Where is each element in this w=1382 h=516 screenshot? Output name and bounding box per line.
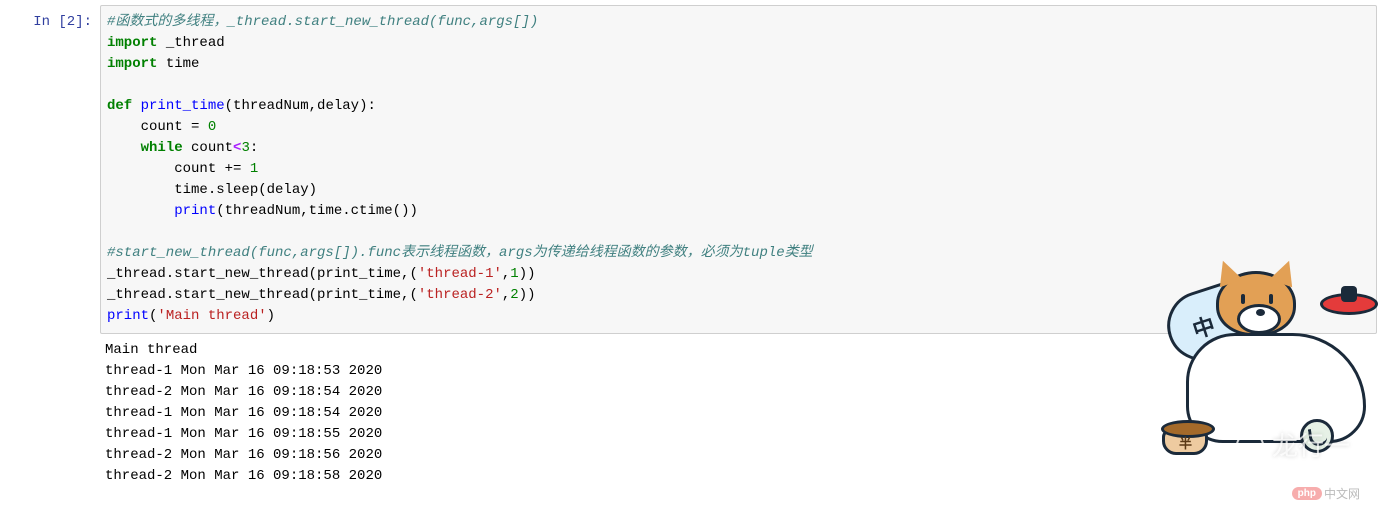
site-badge: php 中文网 — [1292, 485, 1360, 502]
code-text: (threadNum,time.ctime()) — [216, 203, 418, 219]
code-comment: #start_new_thread(func,args[]).func表示线程函… — [107, 245, 813, 261]
dog-head-icon — [1216, 271, 1296, 336]
dog-ear-right-icon — [1270, 257, 1301, 288]
badge-text: 中文网 — [1324, 485, 1360, 502]
code-input[interactable]: #函数式的多线程，_thread.start_new_thread(func,a… — [100, 5, 1377, 334]
wechat-icon — [1236, 433, 1264, 457]
dog-muzzle-icon — [1237, 304, 1281, 334]
code-text — [107, 140, 141, 156]
code-text: )) — [519, 287, 536, 303]
gear-disc-icon — [1320, 293, 1378, 315]
code-keyword: while — [141, 140, 183, 156]
badge-pill: php — [1292, 487, 1322, 500]
output-line: thread-2 Mon Mar 16 09:18:54 2020 — [105, 384, 382, 400]
code-text: _thread.start_new_thread(print_time,( — [107, 266, 418, 282]
watermark-label: 龙行一 — [1272, 426, 1350, 463]
output-line: thread-1 Mon Mar 16 09:18:53 2020 — [105, 363, 382, 379]
code-string: 'thread-2' — [418, 287, 502, 303]
code-number: 2 — [510, 287, 518, 303]
code-output: Main thread thread-1 Mon Mar 16 09:18:53… — [100, 334, 1377, 487]
code-text: count — [183, 140, 233, 156]
code-text: time — [157, 56, 199, 72]
code-number: 0 — [208, 119, 216, 135]
code-string: 'thread-1' — [418, 266, 502, 282]
code-text: : — [250, 140, 258, 156]
code-string: 'Main thread' — [157, 308, 266, 324]
code-keyword: def — [107, 98, 132, 114]
code-text: )) — [519, 266, 536, 282]
code-keyword: import — [107, 35, 157, 51]
code-keyword: import — [107, 56, 157, 72]
watermark: 龙行一 — [1236, 426, 1350, 463]
code-number: 3 — [241, 140, 249, 156]
gear-icon — [1341, 286, 1357, 302]
output-line: thread-2 Mon Mar 16 09:18:56 2020 — [105, 447, 382, 463]
input-prompt: In [2]: — [33, 14, 92, 30]
output-line: thread-1 Mon Mar 16 09:18:55 2020 — [105, 426, 382, 442]
dog-ear-left-icon — [1212, 257, 1243, 288]
code-comment: #函数式的多线程，_thread.start_new_thread(func,a… — [107, 14, 538, 30]
code-text: count += — [107, 161, 250, 177]
code-builtin: print — [107, 308, 149, 324]
code-text: _thread.start_new_thread(print_time,( — [107, 287, 418, 303]
dog-nose-icon — [1256, 309, 1265, 316]
output-line: thread-1 Mon Mar 16 09:18:54 2020 — [105, 405, 382, 421]
output-line: thread-2 Mon Mar 16 09:18:58 2020 — [105, 468, 382, 484]
prompt-column: In [2]: — [5, 5, 100, 487]
code-number: 1 — [250, 161, 258, 177]
content-column: #函数式的多线程，_thread.start_new_thread(func,a… — [100, 5, 1377, 487]
output-line: Main thread — [105, 342, 197, 358]
code-number: 1 — [510, 266, 518, 282]
code-function-name: print_time — [141, 98, 225, 114]
code-text: count = — [107, 119, 208, 135]
code-text — [132, 98, 140, 114]
code-text: (threadNum,delay): — [225, 98, 376, 114]
code-text: _thread — [157, 35, 224, 51]
dog-eye-icon — [1269, 294, 1273, 304]
dog-eye-icon — [1241, 294, 1245, 304]
code-text — [107, 203, 174, 219]
code-text: ) — [267, 308, 275, 324]
code-text: time.sleep(delay) — [107, 182, 317, 198]
notebook-cell: In [2]: #函数式的多线程，_thread.start_new_threa… — [0, 0, 1382, 492]
code-builtin: print — [174, 203, 216, 219]
